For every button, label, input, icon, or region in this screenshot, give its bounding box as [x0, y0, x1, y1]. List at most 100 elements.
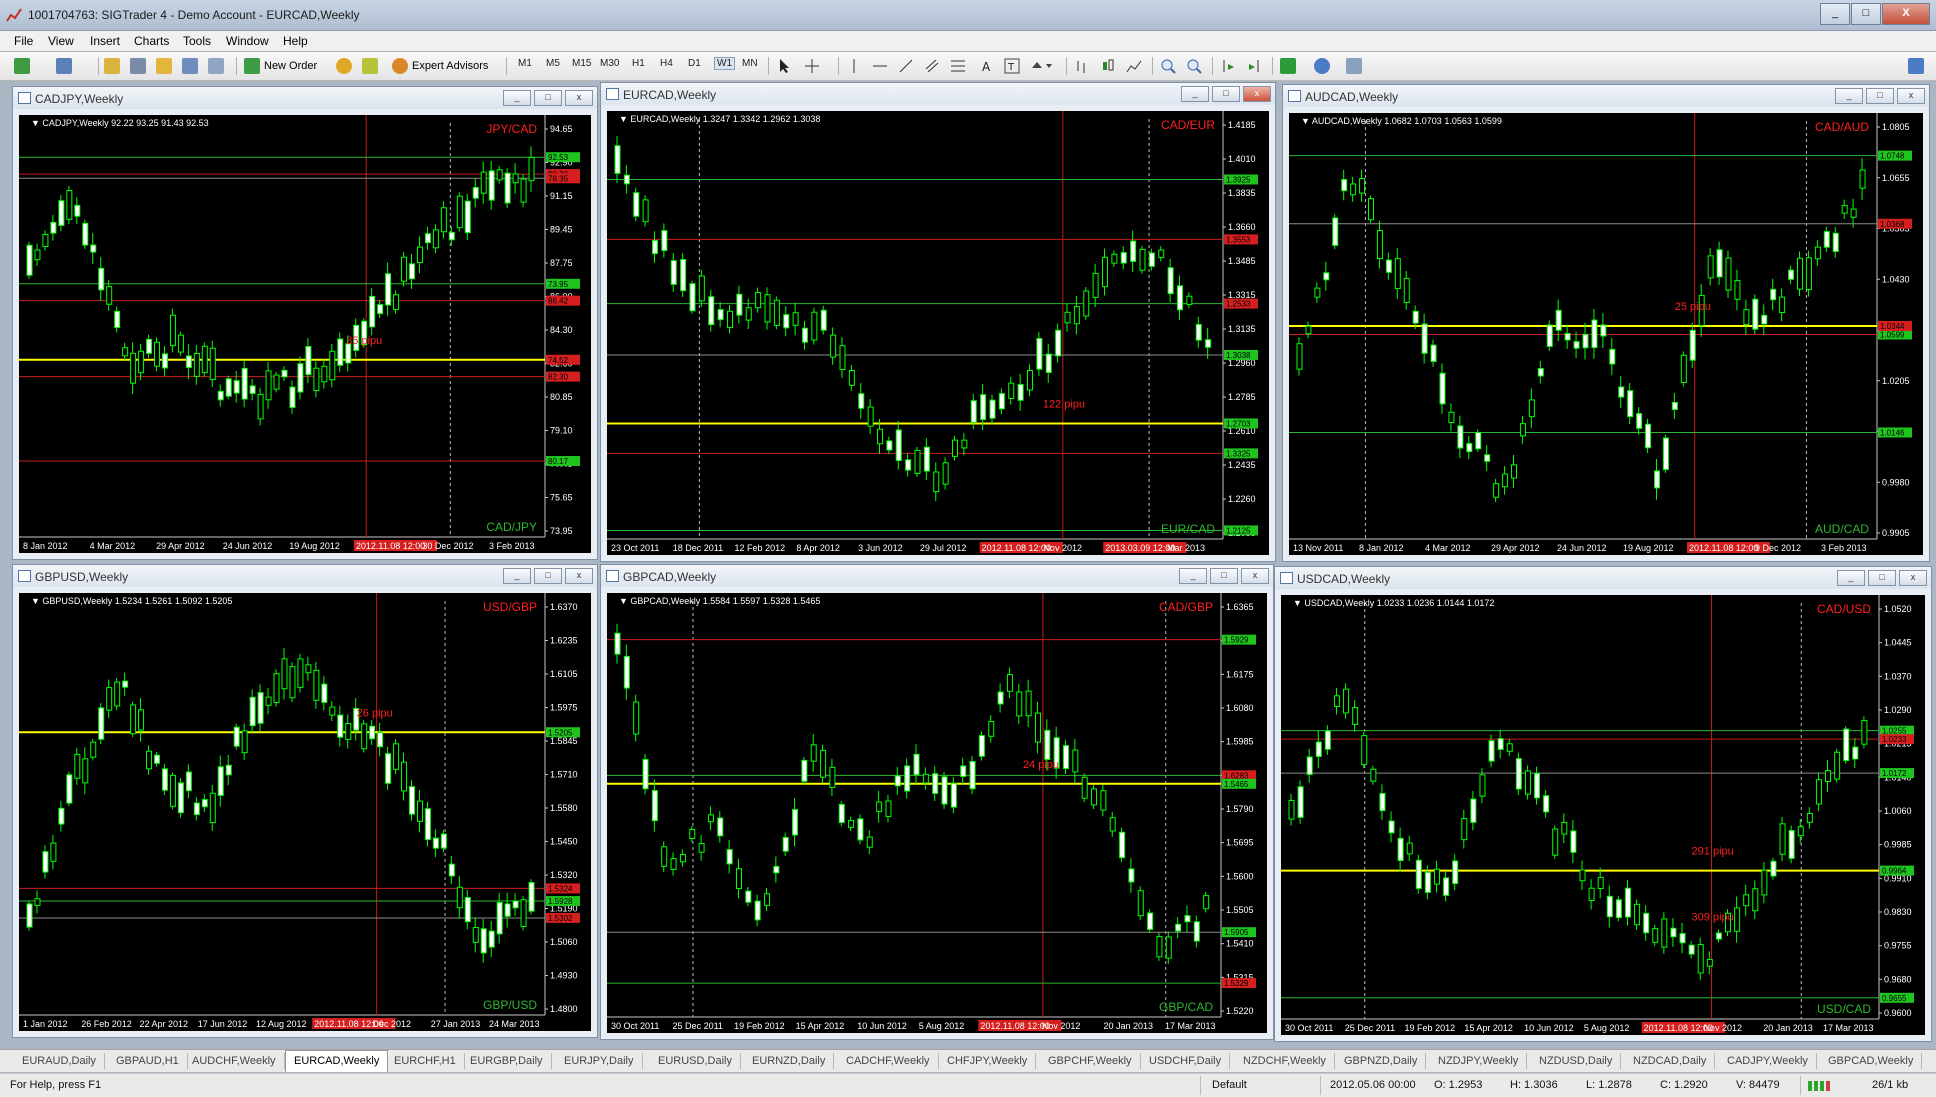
- timeframe-m5[interactable]: M5: [546, 58, 560, 69]
- arrows-button[interactable]: [1030, 57, 1052, 75]
- periods-button[interactable]: [1314, 57, 1330, 75]
- new-chart-button[interactable]: [14, 57, 30, 75]
- zoom-in-button[interactable]: [1160, 57, 1176, 75]
- text-label-button[interactable]: T: [1004, 57, 1020, 75]
- chart-close-button[interactable]: x: [565, 568, 593, 584]
- chart-minimize-button[interactable]: _: [1837, 570, 1865, 586]
- line-chart-button[interactable]: [1126, 57, 1142, 75]
- chart-minimize-button[interactable]: _: [1179, 568, 1207, 584]
- trendline-button[interactable]: [898, 57, 914, 75]
- chart-plot-area[interactable]: ▼ CADJPY,Weekly 92.22 93.25 91.43 92.53 J…: [19, 115, 591, 553]
- chart-close-button[interactable]: x: [1899, 570, 1927, 586]
- menu-help[interactable]: Help: [283, 34, 308, 48]
- chart-tab[interactable]: EURAUD,Daily: [14, 1053, 105, 1069]
- chart-window-titlebar[interactable]: USDCAD,Weekly _ □ x: [1275, 567, 1931, 589]
- close-button[interactable]: X: [1882, 3, 1930, 25]
- autoscroll-button[interactable]: [1220, 57, 1236, 75]
- chart-close-button[interactable]: x: [1897, 88, 1925, 104]
- channel-button[interactable]: [924, 57, 940, 75]
- help-button[interactable]: [1908, 57, 1924, 75]
- chart-window-titlebar[interactable]: EURCAD,Weekly _ □ x: [601, 83, 1275, 105]
- chart-window-titlebar[interactable]: GBPCAD,Weekly _ □ x: [601, 565, 1273, 587]
- chart-close-button[interactable]: x: [1243, 86, 1271, 102]
- expert-advisors-button[interactable]: Expert Advisors: [392, 57, 488, 75]
- chart-plot-area[interactable]: ▼ GBPUSD,Weekly 1.5234 1.5261 1.5092 1.5…: [19, 593, 591, 1031]
- chart-tab[interactable]: GBPAUD,H1: [108, 1053, 188, 1069]
- chart-maximize-button[interactable]: □: [1868, 570, 1896, 586]
- menu-insert[interactable]: Insert: [90, 34, 120, 48]
- menu-tools[interactable]: Tools: [183, 34, 211, 48]
- timeframe-mn[interactable]: MN: [742, 58, 758, 69]
- autotrading-icon-button[interactable]: [362, 57, 378, 75]
- text-button[interactable]: A: [978, 57, 994, 75]
- menu-file[interactable]: File: [14, 34, 33, 48]
- chart-tab[interactable]: GBPCAD,Weekly: [1820, 1053, 1923, 1069]
- chart-tab[interactable]: EURJPY,Daily: [556, 1053, 643, 1069]
- chart-window-gbpcad[interactable]: GBPCAD,Weekly _ □ x ▼ GBPCAD,Weekly 1.5584 1…: [600, 564, 1274, 1040]
- fibonacci-button[interactable]: [950, 57, 966, 75]
- timeframe-m30[interactable]: M30: [600, 58, 619, 69]
- menu-view[interactable]: View: [48, 34, 74, 48]
- chart-window-titlebar[interactable]: CADJPY,Weekly _ □ x: [13, 87, 597, 109]
- market-watch-button[interactable]: [104, 57, 120, 75]
- chart-tab[interactable]: USDCHF,Daily: [1141, 1053, 1231, 1069]
- chart-window-gbpusd[interactable]: GBPUSD,Weekly _ □ x ▼ GBPUSD,Weekly 1.5234 1…: [12, 564, 598, 1038]
- chart-tab[interactable]: NZDUSD,Daily: [1531, 1053, 1622, 1069]
- candlestick-button[interactable]: [1100, 57, 1116, 75]
- chart-maximize-button[interactable]: □: [534, 90, 562, 106]
- minimize-button[interactable]: _: [1820, 3, 1850, 25]
- chart-tab[interactable]: EURCHF,H1: [386, 1053, 465, 1069]
- chart-tab[interactable]: EURUSD,Daily: [650, 1053, 741, 1069]
- chart-plot-area[interactable]: ▼ GBPCAD,Weekly 1.5584 1.5597 1.5328 1.5…: [607, 593, 1267, 1033]
- chart-tab[interactable]: CADJPY,Weekly: [1719, 1053, 1817, 1069]
- templates-button[interactable]: [1346, 57, 1362, 75]
- menu-window[interactable]: Window: [226, 34, 269, 48]
- chart-minimize-button[interactable]: _: [1835, 88, 1863, 104]
- crosshair-button[interactable]: [804, 57, 820, 75]
- chart-plot-area[interactable]: ▼ AUDCAD,Weekly 1.0682 1.0703 1.0563 1.0…: [1289, 113, 1923, 555]
- chart-tab[interactable]: AUDCHF,Weekly: [184, 1053, 285, 1069]
- chart-tab[interactable]: NZDCHF,Weekly: [1235, 1053, 1335, 1069]
- zoom-out-button[interactable]: [1186, 57, 1202, 75]
- chart-tab[interactable]: EURGBP,Daily: [462, 1053, 552, 1069]
- indicators-button[interactable]: [1280, 57, 1296, 75]
- chart-window-eurcad[interactable]: EURCAD,Weekly _ □ x ▼ EURCAD,Weekly 1.3247 1…: [600, 82, 1276, 562]
- new-order-button[interactable]: New Order: [244, 57, 317, 75]
- chart-window-titlebar[interactable]: GBPUSD,Weekly _ □ x: [13, 565, 597, 587]
- chart-window-titlebar[interactable]: AUDCAD,Weekly _ □ x: [1283, 85, 1929, 107]
- navigator-button[interactable]: [156, 57, 172, 75]
- chart-maximize-button[interactable]: □: [1210, 568, 1238, 584]
- chart-tab[interactable]: GBPCHF,Weekly: [1040, 1053, 1141, 1069]
- chart-window-cadjpy[interactable]: CADJPY,Weekly _ □ x ▼ CADJPY,Weekly 92.22 93…: [12, 86, 598, 560]
- chart-window-audcad[interactable]: AUDCAD,Weekly _ □ x ▼ AUDCAD,Weekly 1.0682 1…: [1282, 84, 1930, 562]
- cursor-button[interactable]: [776, 57, 792, 75]
- metaeditor-button[interactable]: [336, 57, 352, 75]
- chart-tab[interactable]: EURNZD,Daily: [744, 1053, 835, 1069]
- chart-window-usdcad[interactable]: USDCAD,Weekly _ □ x ▼ USDCAD,Weekly 1.0233 1…: [1274, 566, 1932, 1042]
- profiles-button[interactable]: [56, 57, 72, 75]
- timeframe-d1[interactable]: D1: [688, 58, 701, 69]
- chart-maximize-button[interactable]: □: [534, 568, 562, 584]
- timeframe-h1[interactable]: H1: [632, 58, 645, 69]
- chart-minimize-button[interactable]: _: [503, 90, 531, 106]
- chart-tab[interactable]: CHFJPY,Weekly: [939, 1053, 1037, 1069]
- menu-charts[interactable]: Charts: [134, 34, 169, 48]
- chart-tab[interactable]: CADCHF,Weekly: [838, 1053, 939, 1069]
- chart-plot-area[interactable]: ▼ EURCAD,Weekly 1.3247 1.3342 1.2962 1.3…: [607, 111, 1269, 555]
- chart-tab[interactable]: NZDJPY,Weekly: [1430, 1053, 1528, 1069]
- chart-maximize-button[interactable]: □: [1212, 86, 1240, 102]
- timeframe-m1[interactable]: M1: [518, 58, 532, 69]
- tester-button[interactable]: [208, 57, 224, 75]
- chart-minimize-button[interactable]: _: [1181, 86, 1209, 102]
- vertical-line-button[interactable]: [846, 57, 862, 75]
- maximize-button[interactable]: □: [1851, 3, 1881, 25]
- chart-shift-button[interactable]: [1246, 57, 1262, 75]
- timeframe-w1[interactable]: W1: [714, 57, 735, 70]
- chart-tab[interactable]: EURCAD,Weekly: [285, 1050, 389, 1072]
- chart-tab[interactable]: NZDCAD,Daily: [1625, 1053, 1716, 1069]
- timeframe-m15[interactable]: M15: [572, 58, 591, 69]
- chart-close-button[interactable]: x: [1241, 568, 1269, 584]
- chart-tab[interactable]: GBPNZD,Daily: [1336, 1053, 1427, 1069]
- chart-minimize-button[interactable]: _: [503, 568, 531, 584]
- chart-plot-area[interactable]: ▼ USDCAD,Weekly 1.0233 1.0236 1.0144 1.0…: [1281, 595, 1925, 1035]
